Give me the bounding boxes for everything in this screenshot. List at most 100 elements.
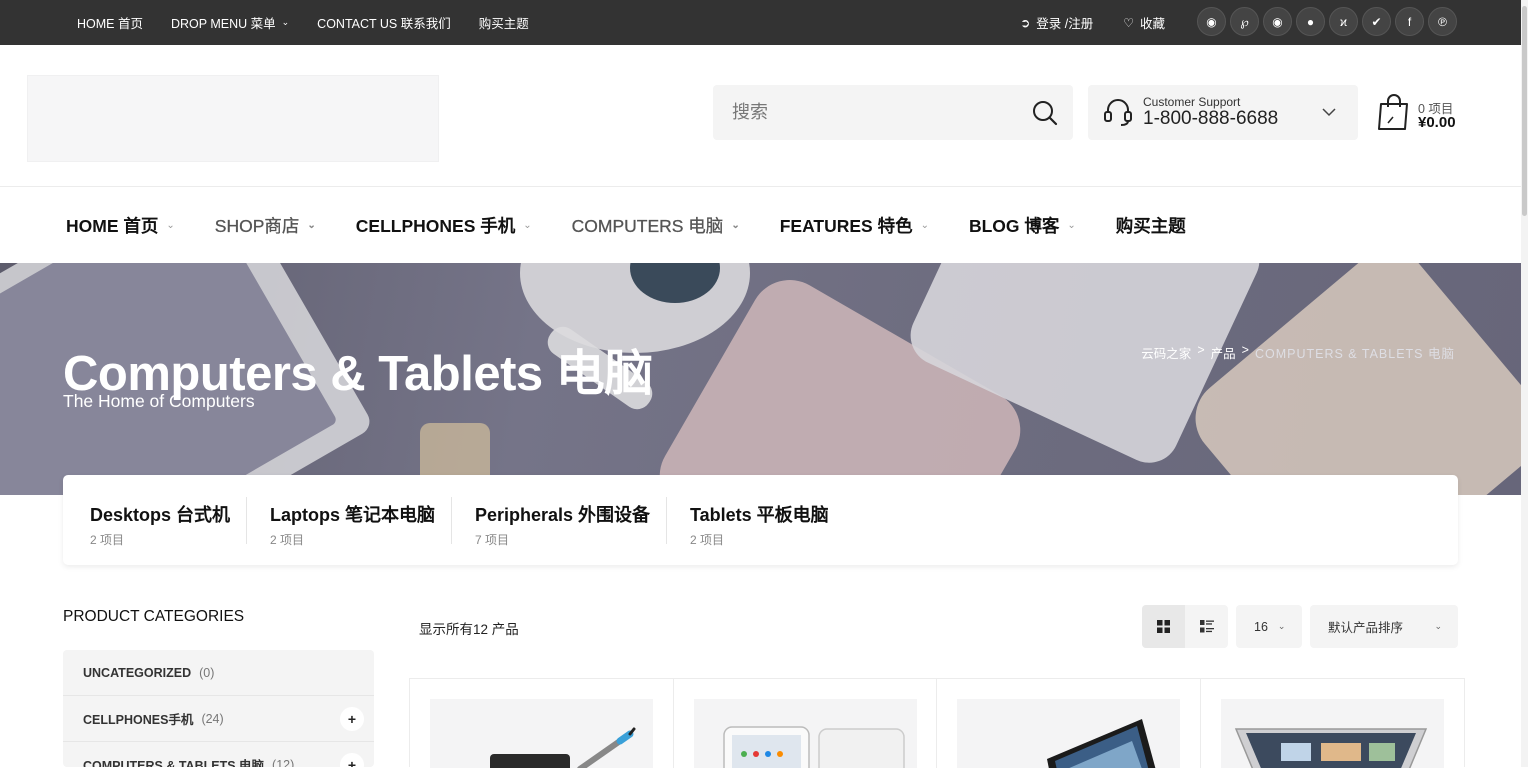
product-card[interactable] (1201, 679, 1465, 768)
category-name: UNCATEGORIZED (83, 665, 192, 680)
main-nav: HOME 首页 ⌄ SHOP商店 ⌄ CELLPHONES 手机 ⌄ COMPUTER… (66, 187, 1226, 263)
breadcrumb-separator: > (1241, 343, 1249, 357)
main-nav-shop[interactable]: SHOP商店 ⌄ (215, 213, 316, 238)
top-nav-label: DROP MENU 菜单 (170, 17, 276, 31)
facebook-icon[interactable]: f (1395, 7, 1424, 36)
product-image[interactable] (1220, 699, 1444, 768)
product-card[interactable] (410, 679, 674, 768)
shopping-bag-icon[interactable] (1377, 93, 1411, 131)
divider (451, 497, 452, 544)
chevron-down-icon: ⌄ (1434, 621, 1442, 631)
subcategory-peripherals[interactable]: Peripherals 外围设备 7 项目 (475, 501, 650, 548)
chevron-down-icon: ⌄ (920, 219, 929, 231)
twitter-icon[interactable]: ✔ (1362, 7, 1391, 36)
grid-icon (1157, 620, 1170, 633)
category-name: CELLPHONES手机 (83, 713, 194, 727)
per-page-select[interactable]: 16 ⌄ (1236, 605, 1302, 648)
product-image[interactable] (957, 699, 1180, 768)
sign-in-icon: ➲ (1020, 15, 1031, 30)
subcategory-tablets[interactable]: Tablets 平板电脑 2 项目 (690, 501, 829, 548)
product-image[interactable] (693, 699, 917, 768)
category-count: (0) (199, 665, 215, 680)
main-nav-computers[interactable]: COMPUTERS 电脑 ⌄ (571, 213, 740, 238)
product-grid (409, 678, 1465, 768)
sort-select[interactable]: 默认产品排序 ⌄ (1310, 605, 1458, 648)
top-nav-label: CONTACT US 联系我们 (317, 17, 451, 31)
category-item-computers[interactable]: COMPUTERS & TABLETS 电脑 (12) + (63, 742, 374, 767)
main-nav-features[interactable]: FEATURES 特色 ⌄ (780, 213, 929, 238)
category-name: COMPUTERS & TABLETS 电脑 (83, 759, 265, 767)
chevron-down-icon: ⌄ (523, 219, 532, 231)
main-nav-buy-theme[interactable]: 购买主题 (1116, 213, 1186, 238)
product-image[interactable] (430, 699, 653, 768)
tablet-icon (722, 726, 905, 768)
social-links: ◉ ℘ ◉ ● ϰ ✔ f ℗ (1197, 7, 1461, 36)
subcategory-laptops[interactable]: Laptops 笔记本电脑 2 项目 (270, 501, 435, 548)
divider (246, 497, 247, 544)
breadcrumb-home[interactable]: 云码之家 (1141, 343, 1191, 362)
sort-value: 默认产品排序 (1328, 621, 1404, 635)
subcategory-desktops[interactable]: Desktops 台式机 2 项目 (90, 501, 230, 548)
top-nav-home[interactable]: HOME 首页 (77, 13, 143, 32)
chevron-down-icon[interactable] (1322, 105, 1336, 119)
laptop-icon (1234, 728, 1427, 768)
pinterest-icon[interactable]: ℗ (1428, 7, 1457, 36)
top-nav-contact[interactable]: CONTACT US 联系我们 (317, 13, 451, 32)
desktop-monitor-icon (1047, 719, 1156, 768)
main-nav-label: FEATURES 特色 (779, 215, 913, 236)
main-nav-blog[interactable]: BLOG 博客 ⌄ (969, 213, 1076, 238)
category-item-uncategorized[interactable]: UNCATEGORIZED (0) (63, 650, 374, 696)
per-page-value: 16 (1254, 619, 1268, 634)
list-icon (1199, 620, 1214, 633)
expand-plus-icon[interactable]: + (340, 753, 364, 767)
page-subtitle: The Home of Computers (63, 391, 255, 411)
main-nav-cellphones[interactable]: CELLPHONES 手机 ⌄ (356, 213, 532, 238)
pinterest-p-icon[interactable]: ℘ (1230, 7, 1259, 36)
main-nav-label: 购买主题 (1115, 215, 1186, 236)
top-nav-buy-theme[interactable]: 购买主题 (479, 13, 529, 32)
chevron-down-icon: ⌄ (166, 219, 175, 231)
category-banner: Computers & Tablets 电脑 The Home of Compu… (0, 263, 1521, 495)
category-list: UNCATEGORIZED (0) CELLPHONES手机 (24) + CO… (63, 650, 374, 767)
subcategory-count: 2 项目 (690, 533, 725, 547)
qq-icon[interactable]: ● (1296, 7, 1325, 36)
search-box (713, 85, 1073, 140)
search-icon[interactable] (1031, 99, 1059, 127)
main-nav-label: COMPUTERS 电脑 (571, 215, 724, 236)
site-logo[interactable] (27, 75, 439, 162)
expand-plus-icon[interactable]: + (340, 707, 364, 731)
headset-icon (1104, 99, 1132, 126)
cart-total[interactable]: ¥0.00 (1418, 114, 1456, 131)
search-input[interactable] (713, 85, 1013, 140)
list-view-button[interactable] (1185, 605, 1228, 648)
breadcrumb-current: COMPUTERS & TABLETS 电脑 (1254, 347, 1455, 361)
category-count: (12) (272, 757, 295, 768)
product-card[interactable] (937, 679, 1201, 768)
support-label: Customer Support (1143, 95, 1241, 109)
breadcrumb: 云码之家 > 产品 > COMPUTERS & TABLETS 电脑 (1138, 343, 1458, 362)
wechat-icon[interactable]: ◉ (1263, 7, 1292, 36)
view-switcher (1142, 605, 1228, 648)
wishlist-link[interactable]: ♡ 收藏 (1123, 13, 1165, 32)
chevron-down-icon: ⌄ (731, 219, 740, 231)
chevron-down-icon: ⌄ (307, 219, 316, 231)
support-phone: 1-800-888-6688 (1143, 108, 1279, 129)
main-nav-label: HOME 首页 (66, 215, 159, 236)
weibo-icon[interactable]: ◉ (1197, 7, 1226, 36)
wishlist-label: 收藏 (1139, 17, 1165, 31)
subcategory-name: Tablets 平板电脑 (690, 505, 829, 525)
subcategory-name: Desktops 台式机 (90, 505, 231, 525)
breadcrumb-products[interactable]: 产品 (1211, 343, 1236, 362)
category-item-cellphones[interactable]: CELLPHONES手机 (24) + (63, 696, 374, 742)
login-link[interactable]: ➲ 登录 /注册 (1020, 13, 1093, 32)
top-nav: HOME 首页 DROP MENU 菜单 ⌄ CONTACT US 联系我们 购买… (77, 0, 557, 45)
renren-icon[interactable]: ϰ (1329, 7, 1358, 36)
top-nav-drop-menu[interactable]: DROP MENU 菜单 ⌄ (171, 13, 289, 32)
page-scrollbar[interactable] (1521, 0, 1528, 767)
scrollbar-thumb[interactable] (1522, 6, 1527, 216)
subcategory-name: Laptops 笔记本电脑 (270, 505, 435, 525)
grid-view-button[interactable] (1142, 605, 1185, 648)
product-card[interactable] (674, 679, 937, 768)
customer-support[interactable]: Customer Support 1-800-888-6688 (1088, 85, 1358, 140)
main-nav-home[interactable]: HOME 首页 ⌄ (66, 213, 175, 238)
